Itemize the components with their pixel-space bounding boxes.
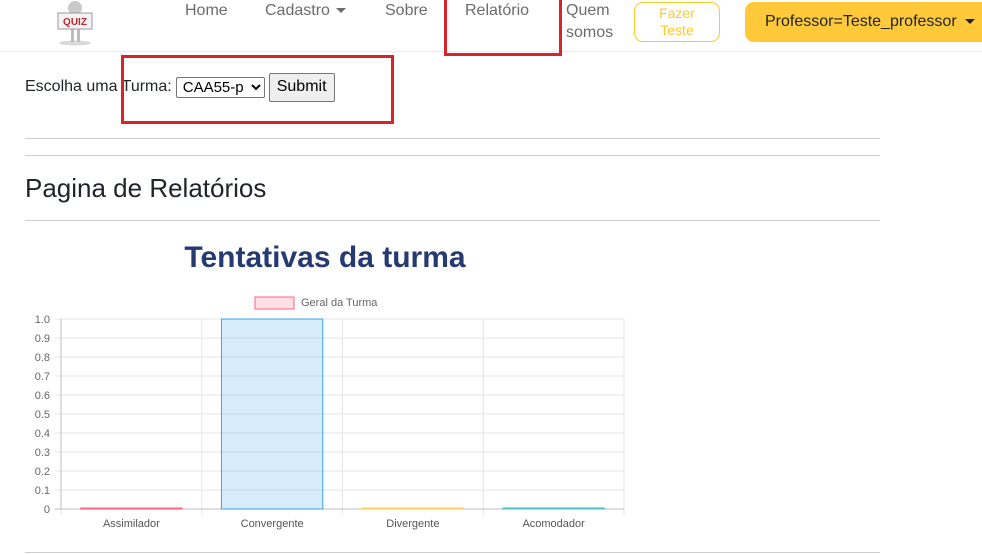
- y-tick-label: 0.4: [35, 428, 50, 440]
- fazer-teste-button[interactable]: Fazer Teste: [634, 2, 720, 42]
- nav-quem-line1: Quem: [566, 2, 610, 19]
- chart-title: Tentativas da turma: [184, 241, 466, 274]
- y-tick-label: 0.2: [35, 466, 50, 478]
- chevron-down-icon: [964, 19, 975, 25]
- bar-chart: Geral da Turma 0 0.1 0.2 0.3 0.4 0.5 0.6 0.7 0.8 0…: [35, 296, 625, 530]
- y-tick-label: 0.7: [35, 371, 50, 383]
- y-tick-label: 0.1: [35, 485, 50, 497]
- page-title: Pagina de Relatórios: [25, 173, 267, 203]
- form-highlight-box: [121, 55, 394, 124]
- x-tick-label: Acomodador: [522, 518, 585, 530]
- quiz-logo-icon[interactable]: QUIZ: [52, 0, 98, 46]
- x-tick-label: Convergente: [241, 518, 304, 530]
- y-tick-label: 0: [44, 504, 50, 516]
- nav-quem-somos[interactable]: Quem somos: [566, 0, 613, 44]
- bar: [220, 318, 324, 510]
- y-tick-label: 0.3: [35, 447, 50, 459]
- legend-label: Geral da Turma: [301, 297, 378, 309]
- bar: [80, 507, 183, 510]
- y-tick-label: 0.9: [35, 333, 50, 345]
- divider: [25, 138, 880, 139]
- nav-home[interactable]: Home: [185, 2, 228, 20]
- chevron-down-icon: [335, 8, 346, 14]
- y-tick-label: 1.0: [35, 314, 50, 326]
- nav-sobre[interactable]: Sobre: [385, 2, 428, 20]
- x-tick-label: Divergente: [386, 518, 439, 530]
- professor-dropdown[interactable]: Professor=Teste_professor: [745, 2, 982, 42]
- logo-text: QUIZ: [63, 17, 87, 28]
- nav-cadastro-label: Cadastro: [265, 2, 330, 19]
- nav-cadastro[interactable]: Cadastro: [265, 2, 346, 20]
- bar: [502, 507, 605, 510]
- nav-quem-line2: somos: [566, 24, 614, 41]
- divider: [25, 220, 880, 221]
- fazer-teste-line1: Fazer: [659, 5, 695, 21]
- fazer-teste-line2: Teste: [660, 22, 694, 38]
- bar: [361, 507, 465, 510]
- x-tick-label: Assimilador: [103, 518, 160, 530]
- divider: [25, 155, 880, 156]
- relatorio-highlight-box: [444, 0, 562, 56]
- legend-swatch: [254, 296, 295, 310]
- divider: [25, 552, 880, 553]
- y-tick-label: 0.8: [35, 352, 50, 364]
- professor-label: Professor=Teste_professor: [765, 13, 957, 30]
- y-tick-label: 0.6: [35, 390, 50, 402]
- y-tick-label: 0.5: [35, 409, 50, 421]
